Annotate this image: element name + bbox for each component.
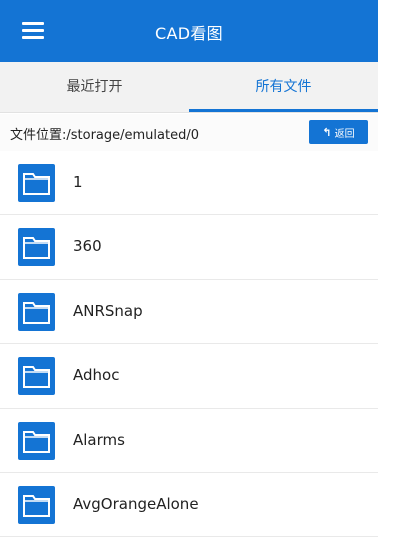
file-row[interactable]: Adhoc — [0, 344, 378, 409]
file-row[interactable]: 360 — [0, 215, 378, 280]
app-title: CAD看图 — [155, 24, 223, 43]
file-row[interactable]: AvgOrangeAlone — [0, 472, 378, 538]
folder-icon — [18, 357, 55, 396]
tab-selected-indicator — [189, 109, 378, 112]
file-list: 1 360 ANRSnap Adhoc Alarms AvgOrangeAlon… — [0, 151, 378, 538]
folder-icon — [18, 292, 55, 331]
file-row[interactable]: Alarms — [0, 408, 378, 473]
back-button-label: 返回 — [334, 128, 355, 140]
file-name: ANRSnap — [73, 301, 143, 320]
file-name: Adhoc — [73, 366, 120, 385]
file-name: 360 — [73, 237, 102, 256]
file-name: Alarms — [73, 430, 125, 449]
file-name: 1 — [73, 173, 83, 191]
tab-all-files[interactable]: 所有文件 — [189, 62, 378, 113]
file-row[interactable]: 1 — [0, 151, 378, 216]
back-button[interactable]: ↰ 返回 — [309, 120, 368, 144]
file-name: AvgOrangeAlone — [73, 494, 199, 513]
current-path: 文件位置:/storage/emulated/0 — [10, 128, 200, 143]
path-bar: 文件位置:/storage/emulated/0 ↰ 返回 — [0, 114, 378, 151]
folder-icon — [18, 228, 55, 267]
folder-icon — [18, 485, 55, 524]
phone-screen: CAD看图 最近打开 所有文件 文件位置:/storage/emulated/0… — [0, 0, 378, 541]
app-bar: CAD看图 — [0, 0, 378, 62]
tab-recent[interactable]: 最近打开 — [0, 62, 189, 113]
file-row[interactable]: ANRSnap — [0, 279, 378, 345]
tab-bar: 最近打开 所有文件 — [0, 62, 378, 113]
folder-icon — [18, 164, 55, 202]
phone-back-icon: ↰ — [322, 125, 332, 139]
folder-icon — [18, 421, 55, 460]
